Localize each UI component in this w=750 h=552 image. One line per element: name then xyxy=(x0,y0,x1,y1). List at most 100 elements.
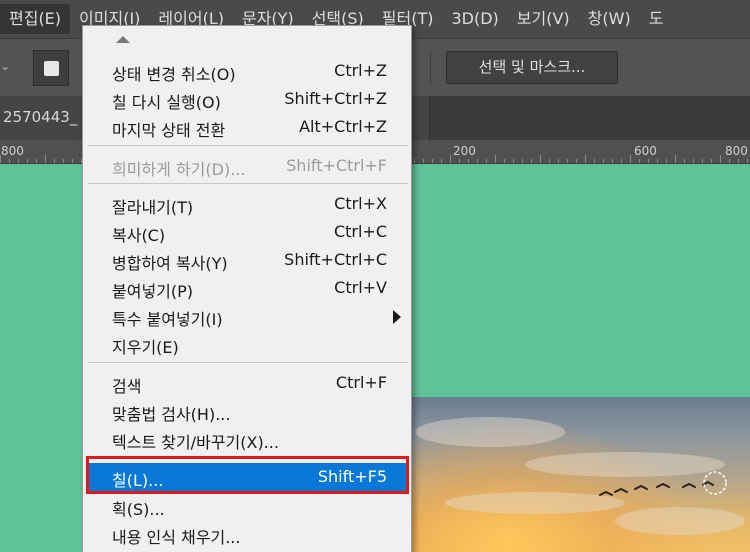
cloud xyxy=(415,417,565,447)
menu-item-label: 지우기(E) xyxy=(112,338,179,357)
menu-edit[interactable]: 편집(E) xyxy=(0,4,71,34)
menu-separator xyxy=(88,145,408,146)
ruler-tick xyxy=(495,155,496,163)
menu-3d[interactable]: 3D(D) xyxy=(442,4,507,34)
ruler-label: 600 xyxy=(634,144,657,158)
menu-view[interactable]: 보기(V) xyxy=(508,4,579,34)
menu-window[interactable]: 창(W) xyxy=(579,4,640,34)
menu-item-label: 희미하게 하기(D)... xyxy=(112,160,246,179)
chevron-down-icon[interactable]: ⌄ xyxy=(0,59,10,73)
ruler-tick xyxy=(45,155,46,163)
ruler-tick xyxy=(468,159,469,163)
ruler-tick xyxy=(9,159,10,163)
ruler-tick xyxy=(612,159,613,163)
menu-item-label: 마지막 상태 전환 xyxy=(112,121,226,140)
menu-item-label: 병합하여 복사(Y) xyxy=(112,254,228,273)
ruler-tick xyxy=(27,159,28,163)
ruler-tick xyxy=(423,159,424,163)
ruler-tick xyxy=(603,159,604,163)
menu-item-label: 내용 인식 채우기... xyxy=(112,528,241,547)
birds-graphic xyxy=(599,471,727,496)
ruler-tick xyxy=(576,159,577,163)
menu-item-undo[interactable]: 상태 변경 취소(O) Ctrl+Z xyxy=(88,57,408,85)
menu-item-paste-special[interactable]: 특수 붙여넣기(I) xyxy=(88,302,408,330)
menu-item-label: 상태 변경 취소(O) xyxy=(112,65,236,84)
ruler-tick xyxy=(648,159,649,163)
menu-separator xyxy=(88,362,408,363)
ruler-tick xyxy=(18,159,19,163)
ruler-tick xyxy=(486,159,487,163)
ruler-tick xyxy=(594,159,595,163)
menu-separator xyxy=(88,183,408,184)
menu-item-find-replace-text[interactable]: 텍스트 찾기/바꾸기(X)... xyxy=(88,425,408,453)
menu-item-shortcut: Ctrl+X xyxy=(334,194,387,213)
menu-item-copy[interactable]: 복사(C) Ctrl+C xyxy=(88,218,408,246)
menu-item-check-spelling[interactable]: 맞춤법 검사(H)... xyxy=(88,397,408,425)
ruler-tick xyxy=(450,155,451,163)
menu-item-label: 텍스트 찾기/바꾸기(X)... xyxy=(112,433,279,452)
menu-item-shortcut: Shift+Ctrl+C xyxy=(284,250,387,269)
ruler-tick xyxy=(684,159,685,163)
ruler-tick xyxy=(504,159,505,163)
ruler-tick xyxy=(522,159,523,163)
menu-item-copy-merged[interactable]: 병합하여 복사(Y) Shift+Ctrl+C xyxy=(88,246,408,274)
ruler-tick xyxy=(0,155,1,163)
menu-item-label: 맞춤법 검사(H)... xyxy=(112,405,231,424)
ruler-tick xyxy=(558,159,559,163)
ruler-tick xyxy=(630,155,631,163)
menu-help[interactable]: 도 xyxy=(640,4,673,34)
menu-item-redo[interactable]: 칠 다시 실행(O) Shift+Ctrl+Z xyxy=(88,85,408,113)
ruler-tick xyxy=(657,159,658,163)
ruler-tick xyxy=(549,159,550,163)
ruler-tick xyxy=(441,159,442,163)
menu-item-shortcut: Ctrl+C xyxy=(333,222,387,241)
ruler-tick xyxy=(702,159,703,163)
ruler-tick xyxy=(729,159,730,163)
divider xyxy=(430,51,431,85)
ruler-tick xyxy=(540,155,541,163)
ruler-tick xyxy=(675,155,676,163)
ruler-tick xyxy=(639,159,640,163)
menu-item-paste[interactable]: 붙여넣기(P) Ctrl+V xyxy=(88,274,408,302)
ruler-tick xyxy=(621,159,622,163)
menu-item-shortcut: Ctrl+Z xyxy=(334,61,387,80)
ruler-tick xyxy=(72,159,73,163)
menu-item-stroke[interactable]: 획(S)... xyxy=(88,492,408,520)
menu-item-label: 복사(C) xyxy=(112,226,166,245)
ruler-tick xyxy=(666,159,667,163)
ruler-tick xyxy=(738,159,739,163)
menu-item-shortcut: Alt+Ctrl+Z xyxy=(299,117,387,136)
menu-item-content-aware-fill[interactable]: 내용 인식 채우기... xyxy=(88,520,408,548)
menu-item-fade: 희미하게 하기(D)... Shift+Ctrl+F xyxy=(88,152,408,180)
ruler-tick xyxy=(693,159,694,163)
ruler-tick xyxy=(567,159,568,163)
menu-item-shortcut: Ctrl+V xyxy=(334,278,387,297)
ruler-tick xyxy=(747,159,748,163)
menu-item-label: 검색 xyxy=(112,377,142,396)
ruler-tick xyxy=(414,159,415,163)
ruler-tick xyxy=(531,159,532,163)
menu-item-label: 특수 붙여넣기(I) xyxy=(112,310,223,329)
menu-item-label: 붙여넣기(P) xyxy=(112,282,194,301)
ruler-tick xyxy=(720,155,721,163)
ruler-label: 800 xyxy=(1,144,24,158)
caret-up-icon[interactable] xyxy=(116,36,130,43)
ruler-tick xyxy=(513,159,514,163)
ruler-tick xyxy=(585,155,586,163)
menu-item-toggle-last-state[interactable]: 마지막 상태 전환 Alt+Ctrl+Z xyxy=(88,113,408,141)
select-and-mask-button[interactable]: 선택 및 마스크... xyxy=(446,51,618,84)
menu-item-label: 획(S)... xyxy=(112,500,165,519)
tool-mode-button[interactable] xyxy=(33,50,69,86)
menu-item-shortcut: Shift+Ctrl+F xyxy=(286,156,387,175)
ruler-tick xyxy=(63,159,64,163)
ruler-tick xyxy=(459,159,460,163)
cloud xyxy=(615,507,745,535)
menu-item-search[interactable]: 검색 Ctrl+F xyxy=(88,369,408,397)
menu-item-label: 칠 다시 실행(O) xyxy=(112,93,221,112)
menu-item-cut[interactable]: 잘라내기(T) Ctrl+X xyxy=(88,190,408,218)
menu-item-clear[interactable]: 지우기(E) xyxy=(88,330,408,358)
ruler-tick xyxy=(36,159,37,163)
highlight-annotation-box xyxy=(86,456,409,494)
menu-item-shortcut: Shift+Ctrl+Z xyxy=(284,89,387,108)
ruler-tick xyxy=(477,159,478,163)
